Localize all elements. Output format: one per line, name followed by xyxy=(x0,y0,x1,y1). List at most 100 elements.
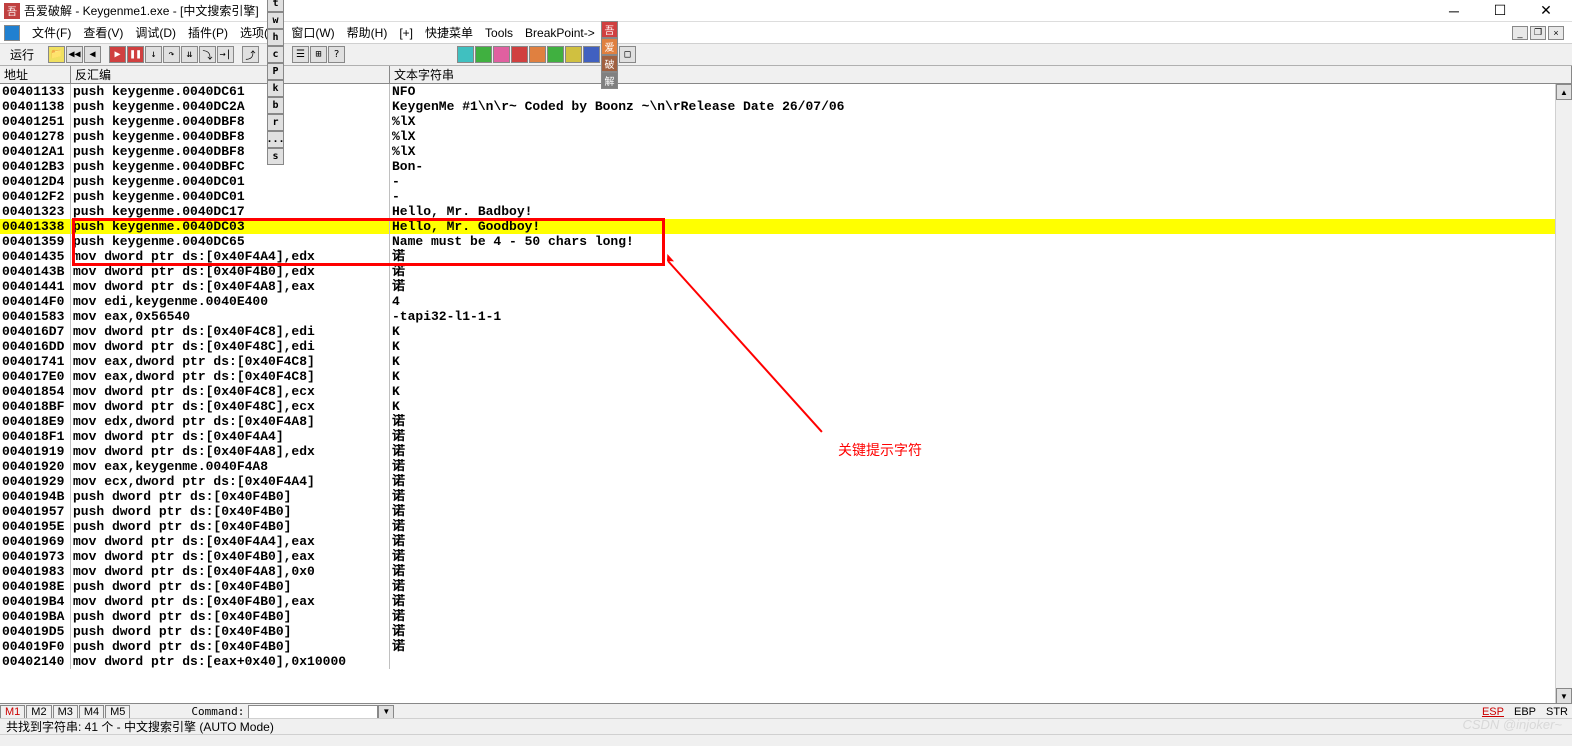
mdi-close-button[interactable]: × xyxy=(1548,26,1564,40)
brand-button[interactable]: 爱 xyxy=(601,38,618,55)
table-row[interactable]: 00401929mov ecx,dword ptr ds:[0x40F4A4]诺 xyxy=(0,474,1555,489)
step-into-button[interactable]: ↓ xyxy=(145,46,162,63)
table-row[interactable]: 00401741mov eax,dword ptr ds:[0x40F4C8]K xyxy=(0,354,1555,369)
table-row[interactable]: 00401919mov dword ptr ds:[0x40F4A8],edx诺 xyxy=(0,444,1555,459)
color4-button[interactable] xyxy=(511,46,528,63)
horizontal-scrollbar[interactable] xyxy=(0,734,1572,746)
menu-item[interactable]: 调试(D) xyxy=(129,24,182,42)
list-button[interactable]: ☰ xyxy=(292,46,309,63)
table-row[interactable]: 004018BFmov dword ptr ds:[0x40F48C],ecxK xyxy=(0,399,1555,414)
menu-item[interactable]: 帮助(H) xyxy=(341,24,394,42)
color5-button[interactable] xyxy=(529,46,546,63)
goto-button[interactable]: ⤴ xyxy=(242,46,259,63)
table-row[interactable]: 00401973mov dword ptr ds:[0x40F4B0],eax诺 xyxy=(0,549,1555,564)
menu-item[interactable]: 窗口(W) xyxy=(285,24,340,42)
help-button[interactable]: ? xyxy=(328,46,345,63)
table-row[interactable]: 004019D5push dword ptr ds:[0x40F4B0]诺 xyxy=(0,624,1555,639)
menu-item[interactable]: Tools xyxy=(479,24,519,42)
trace-over-button[interactable]: ⤵ xyxy=(199,46,216,63)
listing[interactable]: 00401133push keygenme.0040DC61NFO0040113… xyxy=(0,84,1555,704)
table-row[interactable]: 004012A1push keygenme.0040DBF8%lX xyxy=(0,144,1555,159)
table-row[interactable]: 0040198Epush dword ptr ds:[0x40F4B0]诺 xyxy=(0,579,1555,594)
mdi-restore-button[interactable]: ❐ xyxy=(1530,26,1546,40)
table-row[interactable]: 0040194Bpush dword ptr ds:[0x40F4B0]诺 xyxy=(0,489,1555,504)
close-button[interactable]: ✕ xyxy=(1532,1,1560,21)
view-c-button[interactable]: c xyxy=(267,46,284,63)
menu-item[interactable]: 文件(F) xyxy=(26,24,77,42)
mark-M3[interactable]: M3 xyxy=(53,705,78,719)
brand-button[interactable]: 吾 xyxy=(601,21,618,38)
register-ESP[interactable]: ESP xyxy=(1482,706,1504,718)
mark-M5[interactable]: M5 xyxy=(105,705,130,719)
run-button[interactable]: ▶ xyxy=(109,46,126,63)
view-h-button[interactable]: h xyxy=(267,29,284,46)
open-button[interactable]: 📁 xyxy=(48,46,65,63)
table-row[interactable]: 00401323push keygenme.0040DC17Hello, Mr.… xyxy=(0,204,1555,219)
table-row[interactable]: 00401983mov dword ptr ds:[0x40F4A8],0x0诺 xyxy=(0,564,1555,579)
minimize-button[interactable]: ─ xyxy=(1440,1,1468,21)
table-row[interactable]: 004012D4push keygenme.0040DC01- xyxy=(0,174,1555,189)
table-row[interactable]: 004019BApush dword ptr ds:[0x40F4B0]诺 xyxy=(0,609,1555,624)
register-STR[interactable]: STR xyxy=(1546,706,1568,718)
color6-button[interactable] xyxy=(547,46,564,63)
header-string[interactable]: 文本字符串 xyxy=(390,66,1572,83)
menu-item[interactable]: [+] xyxy=(393,24,419,42)
table-row[interactable]: 00402140mov dword ptr ds:[eax+0x40],0x10… xyxy=(0,654,1555,669)
table-row[interactable]: 004018F1mov dword ptr ds:[0x40F4A4]诺 xyxy=(0,429,1555,444)
color3-button[interactable] xyxy=(493,46,510,63)
table-row[interactable]: 004016DDmov dword ptr ds:[0x40F48C],ediK xyxy=(0,339,1555,354)
color2-button[interactable] xyxy=(475,46,492,63)
header-disassembly[interactable]: 反汇编 xyxy=(71,66,390,83)
command-dropdown[interactable]: ▼ xyxy=(378,705,394,719)
table-row[interactable]: 00401338push keygenme.0040DC03Hello, Mr.… xyxy=(0,219,1555,234)
table-row[interactable]: 00401854mov dword ptr ds:[0x40F4C8],ecxK xyxy=(0,384,1555,399)
maximize-button[interactable]: ☐ xyxy=(1486,1,1514,21)
scroll-down-button[interactable]: ▼ xyxy=(1556,688,1572,704)
table-row[interactable]: 004012F2push keygenme.0040DC01- xyxy=(0,189,1555,204)
mark-M1[interactable]: M1 xyxy=(0,705,25,719)
menu-item[interactable]: 快捷菜单 xyxy=(419,24,479,42)
table-row[interactable]: 00401359push keygenme.0040DC65Name must … xyxy=(0,234,1555,249)
table-row[interactable]: 004016D7mov dword ptr ds:[0x40F4C8],ediK xyxy=(0,324,1555,339)
table-row[interactable]: 00401278push keygenme.0040DBF8%lX xyxy=(0,129,1555,144)
mark-M4[interactable]: M4 xyxy=(79,705,104,719)
table-row[interactable]: 004018E9mov edx,dword ptr ds:[0x40F4A8]诺 xyxy=(0,414,1555,429)
mark-M2[interactable]: M2 xyxy=(26,705,51,719)
table-row[interactable]: 00401969mov dword ptr ds:[0x40F4A4],eax诺 xyxy=(0,534,1555,549)
table-row[interactable]: 00401920mov eax,keygenme.0040F4A8诺 xyxy=(0,459,1555,474)
table-row[interactable]: 004019B4mov dword ptr ds:[0x40F4B0],eax诺 xyxy=(0,594,1555,609)
table-row[interactable]: 00401133push keygenme.0040DC61NFO xyxy=(0,84,1555,99)
extra-button[interactable]: □ xyxy=(619,46,636,63)
table-row[interactable]: 00401583mov eax,0x56540-tapi32-l1-1-1 xyxy=(0,309,1555,324)
execute-till-button[interactable]: →| xyxy=(217,46,234,63)
rewind-button[interactable]: ◀◀ xyxy=(66,46,83,63)
table-row[interactable]: 004019F0push dword ptr ds:[0x40F4B0]诺 xyxy=(0,639,1555,654)
color1-button[interactable] xyxy=(457,46,474,63)
table-row[interactable]: 00401441mov dword ptr ds:[0x40F4A8],eax诺 xyxy=(0,279,1555,294)
table-row[interactable]: 0040195Epush dword ptr ds:[0x40F4B0]诺 xyxy=(0,519,1555,534)
table-row[interactable]: 004012B3push keygenme.0040DBFCBon- xyxy=(0,159,1555,174)
table-row[interactable]: 00401251push keygenme.0040DBF8%lX xyxy=(0,114,1555,129)
menu-item[interactable]: BreakPoint-> xyxy=(519,24,601,42)
mdi-minimize-button[interactable]: _ xyxy=(1512,26,1528,40)
color8-button[interactable] xyxy=(583,46,600,63)
trace-into-button[interactable]: ⇊ xyxy=(181,46,198,63)
view-w-button[interactable]: w xyxy=(267,12,284,29)
color7-button[interactable] xyxy=(565,46,582,63)
menu-item[interactable]: 插件(P) xyxy=(182,24,234,42)
menu-item[interactable]: 查看(V) xyxy=(77,24,129,42)
vertical-scrollbar[interactable]: ▲ ▼ xyxy=(1555,84,1572,704)
table-row[interactable]: 004017E0mov eax,dword ptr ds:[0x40F4C8]K xyxy=(0,369,1555,384)
register-EBP[interactable]: EBP xyxy=(1514,706,1536,718)
grid-button[interactable]: ⊞ xyxy=(310,46,327,63)
step-over-button[interactable]: ↷ xyxy=(163,46,180,63)
table-row[interactable]: 00401957push dword ptr ds:[0x40F4B0]诺 xyxy=(0,504,1555,519)
table-row[interactable]: 0040143Bmov dword ptr ds:[0x40F4B0],edx诺 xyxy=(0,264,1555,279)
table-row[interactable]: 004014F0mov edi,keygenme.0040E4004 xyxy=(0,294,1555,309)
pause-button[interactable]: ❚❚ xyxy=(127,46,144,63)
back-button[interactable]: ◀ xyxy=(84,46,101,63)
scroll-up-button[interactable]: ▲ xyxy=(1556,84,1572,100)
command-input[interactable] xyxy=(248,705,378,719)
table-row[interactable]: 00401435mov dword ptr ds:[0x40F4A4],edx诺 xyxy=(0,249,1555,264)
view-t-button[interactable]: t xyxy=(267,0,284,12)
